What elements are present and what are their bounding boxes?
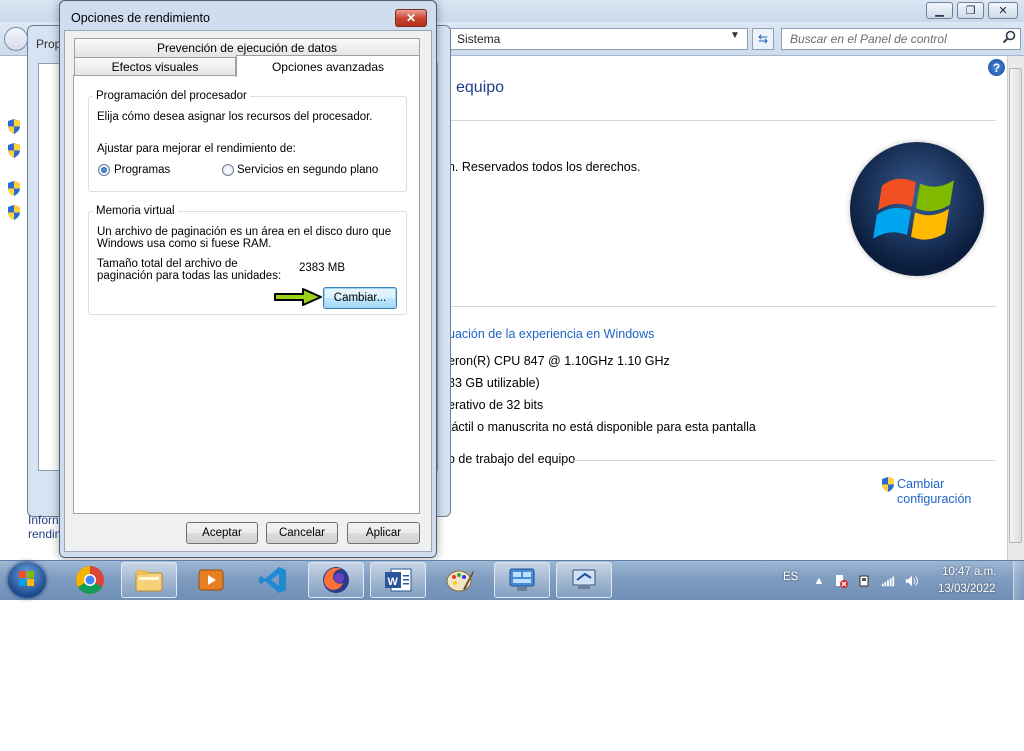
adjust-for-label: Ajustar para mejorar el rendimiento de: (97, 143, 296, 155)
word-icon[interactable]: W (370, 562, 426, 598)
change-settings-link-line2[interactable]: configuración (897, 492, 971, 506)
processor-description: Elija cómo desea asignar los recursos de… (97, 111, 373, 123)
radio-background-services-label[interactable]: Servicios en segundo plano (237, 164, 378, 176)
system-type-value: erativo de 32 bits (448, 398, 544, 412)
vscode-icon[interactable] (245, 562, 301, 598)
tab-visual-effects[interactable]: Efectos visuales (74, 57, 236, 76)
paging-total-label: paginación para todas las unidades: (97, 270, 282, 282)
section-divider (448, 120, 996, 121)
firefox-icon[interactable] (308, 562, 364, 598)
group-label: Memoria virtual (93, 205, 178, 217)
refresh-icon[interactable]: ⇆ (752, 28, 774, 50)
chrome-icon[interactable] (62, 562, 118, 598)
action-center-icon[interactable] (834, 574, 848, 588)
virtual-memory-description: Un archivo de paginación es un área en e… (97, 226, 392, 238)
file-explorer-icon[interactable] (121, 562, 177, 598)
cancel-button[interactable]: Cancelar (266, 522, 338, 544)
experience-index-link[interactable]: uación de la experiencia en Windows (448, 327, 654, 341)
change-settings-link[interactable]: Cambiar (897, 477, 944, 491)
copyright-text: n. Reservados todos los derechos. (448, 160, 641, 174)
background-link-text[interactable]: Inforn (28, 513, 59, 527)
svg-text:•: • (960, 259, 963, 268)
system-properties-title: Prop (36, 37, 62, 51)
radio-programs-label[interactable]: Programas (114, 164, 170, 176)
control-panel-icon[interactable] (494, 562, 550, 598)
uac-shield-icon (7, 205, 21, 220)
language-indicator[interactable]: ES (783, 571, 798, 583)
restore-button[interactable]: ❐ (957, 2, 984, 19)
background-link-text[interactable]: rendin (28, 527, 61, 541)
virtual-memory-description: Windows usa como si fuese RAM. (97, 238, 272, 250)
windows-logo: • (850, 142, 984, 276)
start-orb[interactable] (8, 562, 46, 598)
pen-touch-value: táctil o manuscrita no está disponible p… (448, 420, 756, 434)
paging-total-label: Tamaño total del archivo de (97, 258, 238, 270)
dialog-close-button[interactable]: ✕ (395, 9, 427, 27)
back-nav-icon[interactable] (4, 27, 28, 51)
uac-shield-icon (7, 143, 21, 158)
radio-programs[interactable] (98, 164, 110, 176)
show-desktop-button[interactable] (1013, 561, 1024, 600)
uac-shield-icon (7, 181, 21, 196)
tab-advanced-options[interactable]: Opciones avanzadas (236, 55, 420, 77)
processor-value: eron(R) CPU 847 @ 1.10GHz 1.10 GHz (448, 354, 670, 368)
volume-icon[interactable] (905, 574, 919, 588)
scrollbar-thumb[interactable] (1009, 68, 1022, 543)
workgroup-section-title: o de trabajo del equipo (448, 452, 576, 466)
usb-device-icon[interactable] (857, 574, 871, 588)
paint-icon[interactable] (432, 562, 488, 598)
group-label: Programación del procesador (93, 90, 250, 102)
help-icon[interactable]: ? (988, 59, 1005, 76)
search-input[interactable]: Buscar en el Panel de control (781, 28, 1021, 50)
uac-shield-icon (881, 477, 895, 492)
clock-time[interactable]: 10:47 a.m. (942, 566, 996, 578)
address-breadcrumb[interactable]: Sistema (448, 28, 748, 50)
svg-text:W: W (388, 576, 399, 588)
ram-value: 83 GB utilizable) (448, 376, 540, 390)
section-divider (572, 460, 996, 461)
dialog-title: Opciones de rendimiento (71, 11, 210, 25)
clock-date[interactable]: 13/03/2022 (938, 583, 996, 595)
uac-shield-icon (7, 119, 21, 134)
ok-button[interactable]: Aceptar (186, 522, 258, 544)
highlight-arrow-icon (273, 288, 323, 306)
close-window-button[interactable]: ✕ (988, 2, 1018, 19)
radio-background-services[interactable] (222, 164, 234, 176)
change-virtual-memory-button[interactable]: Cambiar... (323, 287, 397, 309)
section-divider (448, 306, 996, 307)
remote-desktop-icon[interactable] (556, 562, 612, 598)
network-signal-icon[interactable] (881, 574, 895, 588)
apply-button[interactable]: Aplicar (347, 522, 420, 544)
page-heading: l equipo (448, 79, 505, 96)
minimize-button[interactable]: ▁ (926, 2, 953, 19)
show-hidden-icons-icon[interactable]: ▲ (812, 574, 826, 588)
media-player-icon[interactable] (183, 562, 239, 598)
search-icon[interactable] (1002, 30, 1018, 46)
paging-total-value: 2383 MB (299, 262, 346, 274)
address-dropdown-icon[interactable]: ▼ (730, 30, 744, 48)
